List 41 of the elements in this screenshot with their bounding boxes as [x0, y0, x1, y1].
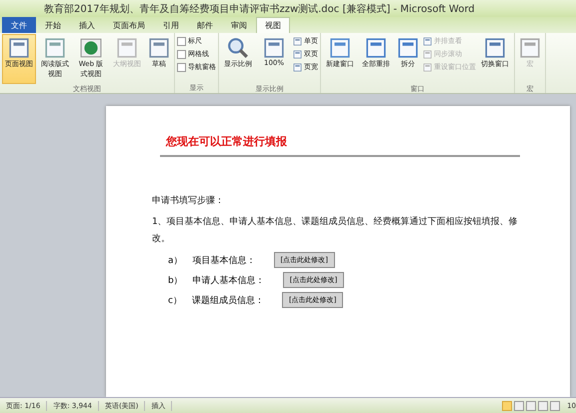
ribbon-tab[interactable]: 审阅 [222, 17, 256, 33]
ribbon-tab[interactable]: 插入 [70, 17, 104, 33]
window-icon [116, 37, 138, 59]
window-icon [263, 37, 285, 59]
window-icon [397, 37, 419, 59]
list-label: 申请人基本信息： [192, 274, 265, 286]
window-icon [148, 37, 170, 59]
view-mode-icon[interactable] [526, 400, 536, 410]
window-icon [423, 50, 432, 58]
ribbon-tab[interactable]: 引用 [154, 17, 188, 33]
view-mode-icon[interactable] [502, 400, 512, 410]
list-marker: b） [168, 274, 183, 286]
list-marker: a） [168, 254, 183, 266]
view-mode-icon[interactable] [514, 400, 524, 410]
window-icon [293, 50, 302, 58]
ribbon-tab[interactable]: 视图 [256, 17, 290, 33]
list-marker: c） [168, 294, 182, 306]
ribbon-tab[interactable]: 开始 [36, 17, 70, 33]
window-icon [293, 36, 302, 46]
ribbon-tab[interactable]: 文件 [2, 17, 36, 33]
window-icon [484, 37, 506, 59]
list-label: 课题组成员信息： [192, 294, 264, 306]
window-icon [365, 37, 387, 59]
globe-icon [80, 37, 102, 59]
view-mode-icon[interactable] [550, 400, 560, 410]
view-mode-icon[interactable] [538, 400, 548, 410]
window-icon [8, 37, 30, 59]
list-label: 项目基本信息： [192, 254, 256, 266]
window-icon [423, 36, 432, 46]
document-heading: 您现在可以正常进行填报 [166, 134, 288, 149]
ribbon-tab[interactable]: 页面布局 [104, 17, 154, 33]
paragraph: 申请书填写步骤： [152, 194, 225, 208]
window-title: 教育部2017年规划、青年及自筹经费项目申请评审书zzw测试.doc [兼容模式] - Microsoft Word [44, 2, 475, 16]
window-icon [423, 62, 432, 72]
window-icon [44, 37, 66, 59]
paragraph: 1、项目基本信息、申请人基本信息、课题组成员信息、经费概算通过下面相应按钮填报、修改。 [152, 216, 519, 246]
window-icon [293, 62, 302, 72]
window-icon [329, 37, 351, 59]
magnifier-icon [227, 37, 249, 59]
window-icon [519, 37, 541, 59]
ribbon-tab[interactable]: 邮件 [188, 17, 222, 33]
